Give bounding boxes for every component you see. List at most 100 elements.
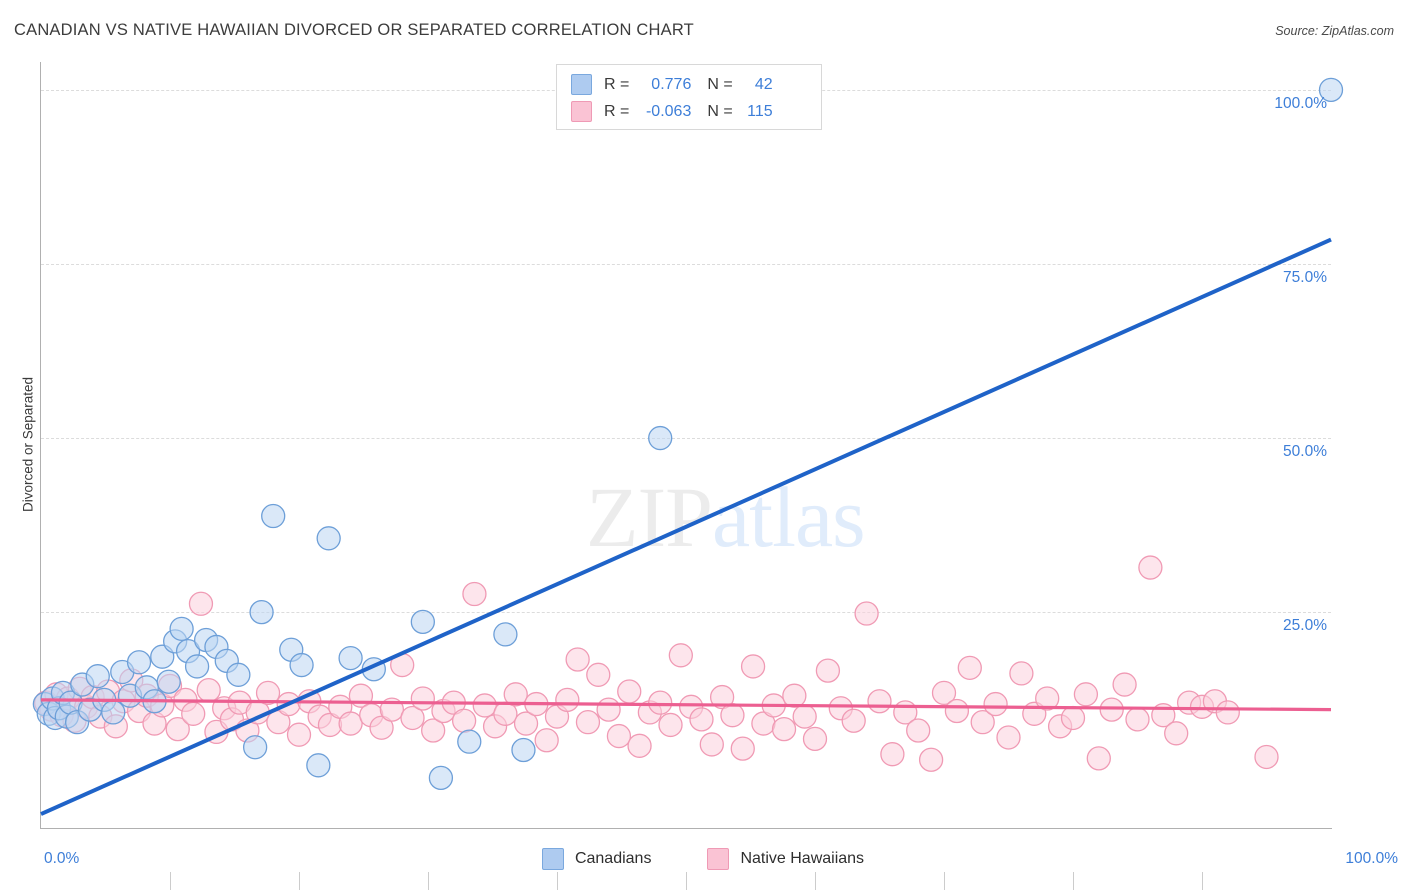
data-point — [617, 679, 642, 704]
data-point — [555, 687, 580, 713]
data-point — [181, 701, 206, 726]
x-tick-10 — [170, 872, 171, 890]
correlation-row-canadians: R = 0.776 N = 42 — [571, 71, 811, 98]
data-point — [1086, 746, 1111, 771]
series-legend: Canadians Native Hawaiians — [0, 848, 1406, 870]
swatch-native-hawaiians-icon — [571, 101, 592, 122]
x-tick-50 — [686, 872, 687, 890]
data-point — [196, 677, 221, 703]
data-point — [957, 655, 982, 680]
data-point — [410, 686, 435, 711]
data-point — [289, 652, 314, 678]
x-tick-80 — [1073, 872, 1074, 890]
x-axis-line — [40, 828, 1332, 829]
data-point — [880, 742, 905, 767]
data-point — [1112, 672, 1137, 697]
data-point — [462, 581, 487, 607]
source-attribution: Source: ZipAtlas.com — [1275, 24, 1394, 38]
data-point — [867, 689, 892, 714]
data-points-canadians — [32, 77, 1344, 791]
data-point — [802, 726, 828, 752]
data-point — [596, 697, 621, 722]
data-point — [1138, 555, 1163, 580]
data-point — [306, 753, 331, 778]
data-point — [472, 693, 497, 718]
r-label-canadians: R = — [604, 75, 630, 93]
legend-item-native-hawaiians[interactable]: Native Hawaiians — [707, 848, 864, 870]
data-point — [815, 658, 841, 683]
data-point — [918, 747, 944, 772]
y-axis-label-75: 75.0% — [1283, 268, 1327, 286]
data-point — [648, 690, 673, 715]
data-point — [85, 664, 110, 689]
data-point — [1164, 721, 1189, 746]
data-point — [854, 601, 879, 626]
data-point — [169, 616, 194, 641]
data-point — [792, 704, 817, 729]
data-point — [699, 732, 724, 757]
data-point — [648, 425, 673, 451]
y-axis-label-100: 100.0% — [1274, 94, 1327, 112]
x-tick-20 — [299, 872, 300, 890]
data-point — [771, 716, 797, 742]
data-point — [689, 707, 714, 732]
r-value-canadians: 0.776 — [651, 75, 692, 93]
data-point — [658, 712, 683, 738]
data-point — [338, 645, 363, 671]
correlation-row-native-hawaiians: R = -0.063 N = 115 — [571, 98, 811, 125]
y-axis-title: Divorced or Separated — [20, 376, 36, 513]
scatter-plot-canvas — [32, 77, 1344, 816]
chart-header: CANADIAN VS NATIVE HAWAIIAN DIVORCED OR … — [0, 0, 1406, 54]
data-point — [1073, 682, 1099, 707]
data-point — [242, 735, 268, 760]
data-point — [1060, 705, 1086, 731]
x-tick-70 — [944, 872, 945, 890]
data-point — [586, 662, 611, 687]
r-label-native-hawaiians: R = — [604, 102, 630, 120]
data-point — [720, 703, 745, 728]
data-point — [782, 683, 807, 708]
x-tick-90 — [1202, 872, 1203, 890]
r-value-native-hawaiians: -0.063 — [645, 102, 692, 120]
n-label-canadians: N = — [707, 75, 733, 93]
data-point — [906, 718, 931, 743]
x-tick-60 — [815, 872, 816, 890]
swatch-canadians-icon — [571, 74, 592, 95]
n-value-native-hawaiians: 115 — [747, 102, 773, 120]
n-label-native-hawaiians: N = — [707, 102, 733, 120]
data-point — [565, 647, 590, 672]
legend-item-canadians[interactable]: Canadians — [541, 848, 652, 870]
data-point — [338, 711, 363, 736]
page-title: CANADIAN VS NATIVE HAWAIIAN DIVORCED OR … — [14, 21, 694, 39]
data-point — [493, 622, 518, 647]
y-axis-label-50: 50.0% — [1283, 443, 1327, 461]
x-tick-30 — [428, 872, 429, 890]
data-point — [451, 708, 477, 733]
data-point — [606, 723, 632, 749]
data-point — [534, 728, 559, 753]
plot-area: ZIPatlas 100.0% 75.0% 50.0% 25.0% — [32, 62, 1344, 890]
data-point — [126, 650, 152, 675]
data-point — [944, 698, 970, 724]
data-point — [316, 526, 341, 551]
y-axis-label-25: 25.0% — [1283, 617, 1327, 635]
data-point — [410, 609, 435, 635]
correlation-legend: R = 0.776 N = 42 R = -0.063 N = 115 — [556, 64, 822, 130]
data-point — [184, 654, 210, 679]
data-point — [1125, 707, 1150, 732]
legend-swatch-canadians-icon — [541, 848, 564, 870]
legend-label-canadians: Canadians — [574, 850, 652, 867]
data-point — [730, 736, 755, 761]
data-point — [261, 503, 286, 529]
data-point — [983, 691, 1008, 717]
data-point — [627, 733, 652, 758]
data-point — [668, 643, 693, 668]
data-point — [457, 729, 482, 754]
data-point — [575, 710, 601, 735]
n-value-canadians: 42 — [754, 75, 773, 93]
data-point — [286, 722, 312, 747]
data-point — [1215, 700, 1240, 725]
data-point — [188, 591, 214, 616]
legend-swatch-native-hawaiians-icon — [707, 848, 730, 870]
data-point — [841, 708, 866, 733]
